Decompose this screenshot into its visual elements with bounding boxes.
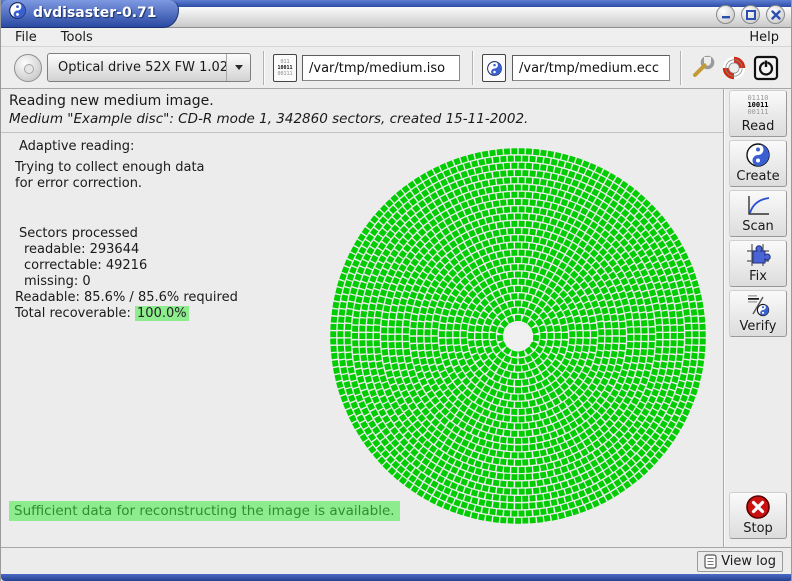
sectors-panel: Sectors processed readable: 293644 corre… — [15, 226, 325, 322]
menu-tools[interactable]: Tools — [61, 30, 93, 45]
create-button-label: Create — [736, 169, 779, 184]
dropdown-arrow-icon — [226, 54, 250, 81]
read-button-label: Read — [742, 119, 775, 134]
iso-file-icon: 011 10011 00111 — [273, 54, 297, 82]
app-yinyang-icon — [9, 2, 26, 23]
scan-button[interactable]: Scan — [729, 190, 787, 237]
log-list-icon — [704, 554, 717, 569]
description-line: for error correction. — [15, 176, 325, 192]
verify-button[interactable]: Verify — [729, 290, 787, 337]
stop-button-label: Stop — [743, 521, 773, 536]
menu-file[interactable]: File — [15, 30, 37, 45]
menu-help[interactable]: Help — [749, 30, 779, 45]
puzzle-icon — [745, 241, 771, 269]
sectors-readable: readable: 293644 — [15, 242, 325, 258]
verify-button-label: Verify — [740, 319, 777, 334]
ecc-path-input[interactable] — [512, 55, 670, 81]
status-line2: Medium "Example disc": CD-R mode 1, 3428… — [9, 111, 723, 127]
power-icon — [753, 55, 779, 81]
lifebuoy-icon — [722, 56, 746, 80]
toolbar: Optical drive 52X FW 1.02 011 10011 0011… — [1, 47, 792, 89]
close-button[interactable] — [766, 5, 785, 24]
status-line1: Reading new medium image. — [9, 93, 723, 109]
menubar: File Tools Help — [1, 28, 792, 47]
recoverable-value: 100.0% — [135, 306, 189, 321]
fix-button[interactable]: Fix — [729, 240, 787, 287]
sectors-correctable: correctable: 49216 — [15, 258, 325, 274]
iso-path-input[interactable] — [302, 55, 460, 81]
title-tab[interactable]: dvdisaster-0.71 — [1, 0, 179, 28]
window-frame-bottom — [1, 574, 792, 581]
binary-line: 00111 — [747, 109, 768, 116]
preferences-button[interactable] — [687, 53, 717, 83]
curve-chart-icon — [745, 191, 771, 219]
readable-summary: Readable: 85.6% / 85.6% required — [15, 290, 325, 306]
toolbar-separator — [263, 51, 265, 85]
read-button[interactable]: 01110 10011 00111 Read — [729, 90, 787, 137]
description-line: Trying to collect enough data — [15, 160, 325, 176]
stop-icon — [745, 493, 771, 521]
cd-drive-icon — [14, 54, 42, 82]
view-log-button[interactable]: View log — [697, 551, 783, 572]
mode-label: Adaptive reading: — [19, 139, 329, 154]
compare-icon — [745, 291, 771, 319]
ecc-file-icon — [482, 54, 506, 82]
binary-read-icon: 01110 10011 00111 — [747, 91, 768, 119]
quit-button[interactable] — [751, 53, 781, 83]
drive-selector-value: Optical drive 52X FW 1.02 — [58, 60, 226, 75]
app-window: dvdisaster-0.71 File Tools Help Optical … — [0, 0, 792, 581]
wrench-icon — [689, 55, 715, 81]
scan-button-label: Scan — [742, 219, 774, 234]
iso-icon-line: 00111 — [277, 71, 292, 77]
toolbar-separator — [472, 51, 474, 85]
create-button[interactable]: Create — [729, 140, 787, 187]
recoverable-label: Total recoverable: — [15, 306, 135, 321]
drive-selector-dropdown[interactable]: Optical drive 52X FW 1.02 — [47, 53, 251, 82]
footer-message: Sufficient data for reconstructing the i… — [9, 501, 400, 521]
help-button[interactable] — [719, 53, 749, 83]
fix-button-label: Fix — [749, 269, 767, 284]
toolbar-separator — [680, 51, 682, 85]
maximize-button[interactable] — [741, 5, 760, 24]
titlebar[interactable]: dvdisaster-0.71 — [1, 0, 792, 28]
mode-description: Trying to collect enough data for error … — [15, 160, 325, 192]
sectors-title: Sectors processed — [15, 226, 325, 242]
sidebar-separator — [723, 89, 725, 547]
minimize-button[interactable] — [716, 5, 735, 24]
recoverable-line: Total recoverable: 100.0% — [15, 306, 325, 322]
sectors-missing: missing: 0 — [15, 274, 325, 290]
stop-button[interactable]: Stop — [729, 492, 787, 539]
statusbar: View log — [1, 547, 792, 574]
yinyang-icon — [746, 141, 770, 169]
status-header: Reading new medium image. Medium "Exampl… — [1, 90, 723, 133]
window-title: dvdisaster-0.71 — [33, 5, 157, 21]
view-log-label: View log — [721, 554, 776, 569]
